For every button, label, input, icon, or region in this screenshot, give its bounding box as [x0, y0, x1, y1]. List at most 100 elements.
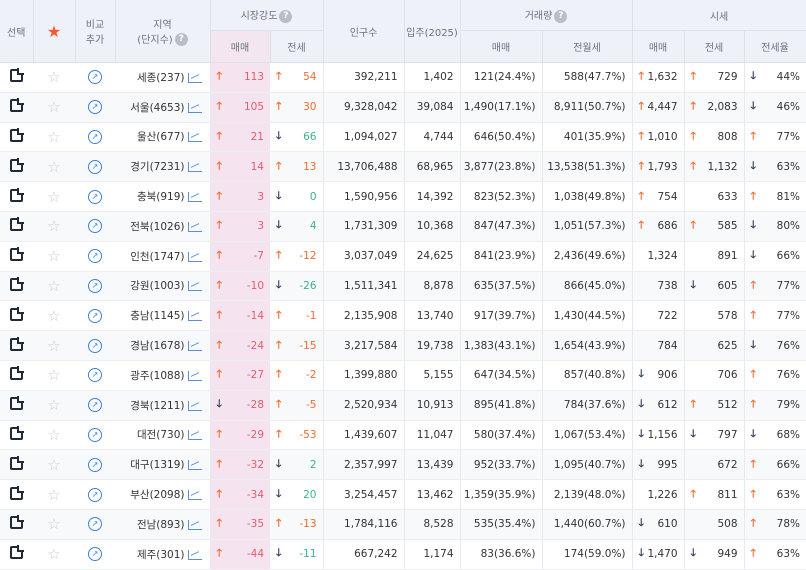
- region-name[interactable]: 세종(237): [137, 72, 185, 84]
- chart-icon[interactable]: [187, 341, 202, 352]
- star-outline-icon[interactable]: ☆: [47, 307, 60, 325]
- star-outline-icon[interactable]: ☆: [47, 396, 60, 414]
- compare-add-icon[interactable]: ↗: [88, 487, 102, 502]
- star-outline-icon[interactable]: ☆: [47, 277, 60, 295]
- compare-cell[interactable]: ↗: [75, 241, 115, 272]
- region-cell[interactable]: 대구(1319): [115, 449, 211, 481]
- chart-icon[interactable]: [187, 102, 202, 113]
- select-cell[interactable]: [0, 151, 33, 183]
- region-cell[interactable]: 제주(301): [115, 539, 211, 570]
- star-outline-icon[interactable]: ☆: [47, 217, 60, 235]
- chart-icon[interactable]: [187, 549, 202, 560]
- favorite-column-header[interactable]: ★: [33, 0, 76, 63]
- region-cell[interactable]: 대전(730): [115, 420, 211, 451]
- external-link-icon[interactable]: [10, 69, 23, 83]
- compare-cell[interactable]: ↗: [75, 211, 115, 242]
- region-name[interactable]: 전남(893): [137, 519, 185, 531]
- region-column-header[interactable]: 지역 (단지수)?: [115, 0, 211, 63]
- star-outline-icon[interactable]: ☆: [47, 188, 60, 206]
- compare-add-icon[interactable]: ↗: [88, 517, 102, 532]
- trade-volume-header[interactable]: 거래량?: [460, 0, 633, 31]
- favorite-cell[interactable]: ☆: [33, 181, 75, 212]
- star-outline-icon[interactable]: ☆: [47, 158, 60, 176]
- compare-add-icon[interactable]: ↗: [88, 189, 102, 204]
- favorite-cell[interactable]: ☆: [33, 211, 75, 242]
- compare-cell[interactable]: ↗: [75, 509, 115, 540]
- external-link-icon[interactable]: [10, 99, 23, 113]
- favorite-cell[interactable]: ☆: [33, 92, 75, 123]
- chart-icon[interactable]: [187, 251, 202, 262]
- external-link-icon[interactable]: [10, 397, 23, 411]
- compare-cell[interactable]: ↗: [75, 122, 115, 153]
- favorite-cell[interactable]: ☆: [33, 122, 75, 153]
- compare-add-icon[interactable]: ↗: [88, 457, 102, 472]
- star-icon[interactable]: ★: [47, 22, 61, 41]
- favorite-cell[interactable]: ☆: [33, 420, 75, 451]
- select-cell[interactable]: [0, 300, 33, 332]
- favorite-cell[interactable]: ☆: [33, 539, 75, 570]
- favorite-cell[interactable]: ☆: [33, 151, 75, 183]
- price-jeonse-subheader[interactable]: 전세: [684, 30, 745, 63]
- favorite-cell[interactable]: ☆: [33, 390, 75, 421]
- compare-add-icon[interactable]: ↗: [88, 547, 102, 562]
- compare-cell[interactable]: ↗: [75, 92, 115, 123]
- region-cell[interactable]: 세종(237): [115, 62, 211, 93]
- select-cell[interactable]: [0, 479, 33, 510]
- chart-icon[interactable]: [187, 162, 202, 173]
- star-outline-icon[interactable]: ☆: [47, 545, 60, 563]
- region-name[interactable]: 경남(1678): [130, 340, 184, 352]
- favorite-cell[interactable]: ☆: [33, 449, 75, 481]
- compare-add-icon[interactable]: ↗: [88, 159, 102, 174]
- select-cell[interactable]: [0, 360, 33, 391]
- region-name[interactable]: 경북(1211): [130, 400, 184, 412]
- region-name[interactable]: 인천(1747): [130, 251, 184, 263]
- select-cell[interactable]: [0, 62, 33, 93]
- region-cell[interactable]: 전북(1026): [115, 211, 211, 242]
- region-name[interactable]: 제주(301): [137, 549, 185, 561]
- region-cell[interactable]: 충북(919): [115, 181, 211, 212]
- compare-cell[interactable]: ↗: [75, 539, 115, 570]
- region-cell[interactable]: 경북(1211): [115, 390, 211, 421]
- compare-cell[interactable]: ↗: [75, 151, 115, 183]
- region-name[interactable]: 서울(4653): [130, 102, 184, 114]
- star-outline-icon[interactable]: ☆: [47, 247, 60, 265]
- select-cell[interactable]: [0, 330, 33, 361]
- select-cell[interactable]: [0, 271, 33, 302]
- compare-cell[interactable]: ↗: [75, 479, 115, 510]
- region-name[interactable]: 충남(1145): [130, 310, 184, 322]
- star-outline-icon[interactable]: ☆: [47, 98, 60, 116]
- select-cell[interactable]: [0, 211, 33, 242]
- compare-add-icon[interactable]: ↗: [88, 278, 102, 293]
- select-cell[interactable]: [0, 122, 33, 153]
- ms-sale-subheader[interactable]: 매매: [210, 30, 271, 63]
- region-name[interactable]: 강원(1003): [130, 280, 184, 292]
- region-name[interactable]: 경기(7231): [130, 161, 184, 173]
- region-name[interactable]: 충북(919): [137, 191, 185, 203]
- vol-rent-subheader[interactable]: 전월세: [542, 30, 633, 63]
- compare-add-icon[interactable]: ↗: [88, 338, 102, 353]
- compare-cell[interactable]: ↗: [75, 330, 115, 361]
- compare-add-icon[interactable]: ↗: [88, 100, 102, 115]
- star-outline-icon[interactable]: ☆: [47, 456, 60, 474]
- chart-icon[interactable]: [187, 400, 202, 411]
- compare-cell[interactable]: ↗: [75, 390, 115, 421]
- chart-icon[interactable]: [187, 430, 202, 441]
- compare-cell[interactable]: ↗: [75, 449, 115, 481]
- compare-add-icon[interactable]: ↗: [88, 398, 102, 413]
- select-cell[interactable]: [0, 539, 33, 570]
- compare-add-icon[interactable]: ↗: [88, 70, 102, 85]
- region-name[interactable]: 대전(730): [137, 429, 185, 441]
- region-name[interactable]: 전북(1026): [130, 221, 184, 233]
- star-outline-icon[interactable]: ☆: [47, 486, 60, 504]
- compare-cell[interactable]: ↗: [75, 181, 115, 212]
- chart-icon[interactable]: [187, 132, 202, 143]
- favorite-cell[interactable]: ☆: [33, 300, 75, 332]
- external-link-icon[interactable]: [10, 128, 23, 142]
- select-cell[interactable]: [0, 181, 33, 212]
- region-cell[interactable]: 경남(1678): [115, 330, 211, 361]
- compare-cell[interactable]: ↗: [75, 420, 115, 451]
- external-link-icon[interactable]: [10, 248, 23, 262]
- select-cell[interactable]: [0, 390, 33, 421]
- population-column-header[interactable]: 인구수: [323, 0, 405, 63]
- chart-icon[interactable]: [187, 221, 202, 232]
